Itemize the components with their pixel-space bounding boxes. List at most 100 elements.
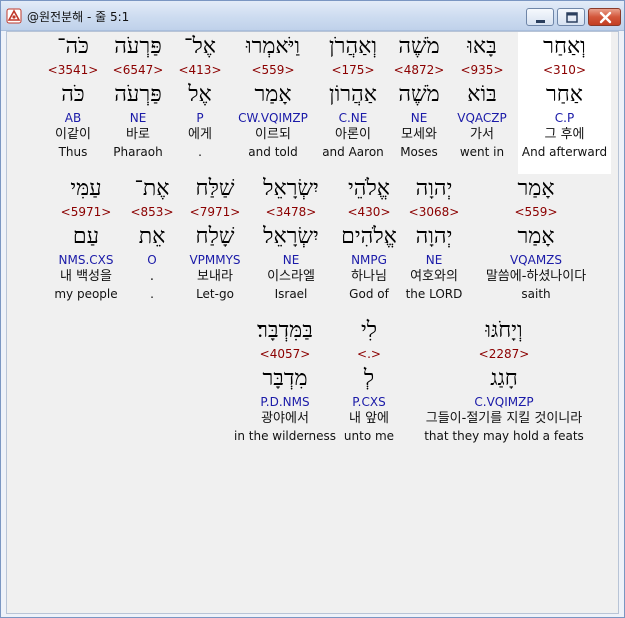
title-bar[interactable]: @원전분해 - 줄 5:1	[1, 1, 624, 31]
korean-gloss: 광야에서	[261, 411, 309, 426]
parsing-code: NE	[129, 111, 147, 125]
parsing-code: P.CXS	[352, 395, 386, 409]
hebrew-word: יְהוָה	[415, 176, 453, 201]
parsing-code: C.VQIMZP	[474, 395, 534, 409]
korean-gloss: 모세와	[401, 127, 437, 142]
strong-number: <3478>	[265, 205, 317, 219]
korean-gloss: 그 후에	[544, 127, 585, 142]
parsing-code: C.P	[554, 111, 575, 125]
word-cell[interactable]: אֱלֹהֵי <430> אֱלֹהִים NMPG 하나님 God of	[337, 174, 401, 316]
lemma-word: מִדְבָּר	[262, 366, 308, 391]
strong-number: <175>	[331, 63, 375, 77]
word-cell[interactable]: יְהוָה <3068> יְהוָה NE 여호와의 the LORD	[400, 174, 468, 316]
english-gloss: the LORD	[405, 287, 463, 301]
korean-gloss: 아론이	[335, 127, 371, 142]
word-cell[interactable]: מֹשֶׁה <4872> מֹשֶׁה NE 모세와 Moses	[387, 32, 451, 174]
hebrew-word: עַמִּי	[70, 176, 102, 201]
strong-number: <3541>	[47, 63, 99, 77]
english-gloss: .	[150, 287, 154, 301]
lemma-word: שָׁלַח	[195, 224, 235, 249]
korean-gloss: 내 백성을	[60, 269, 112, 284]
lemma-word: חָגַג	[490, 366, 518, 391]
lemma-word: יְהוָה	[415, 224, 453, 249]
strong-number: <3068>	[408, 205, 460, 219]
minimize-button[interactable]	[526, 8, 554, 26]
hebrew-word: אָמַר	[517, 176, 555, 201]
strong-number: <559>	[514, 205, 558, 219]
parsing-code: VQAMZS	[509, 253, 563, 267]
lemma-word: יִשְׂרָאֵל	[263, 224, 319, 249]
lemma-word: פַּרְעֹה	[114, 82, 162, 107]
lemma-word: בּוֹא	[467, 82, 497, 107]
lemma-word: אֱלֹהִים	[341, 224, 397, 249]
lemma-word: אֵת	[138, 224, 166, 249]
word-cell[interactable]: עַמִּי <5971> עַם NMS.CXS 내 백성을 my peopl…	[47, 174, 125, 316]
parsing-code: NE	[425, 253, 443, 267]
korean-gloss: 말씀에-하셨나이다	[485, 269, 587, 284]
lemma-word: אַחַר	[545, 82, 584, 107]
hebrew-word: מֹשֶׁה	[398, 34, 440, 59]
word-cell[interactable]: וְאַהֲרֹן <175> אַהֲרוֹן C.NE 아론이 and Aa…	[316, 32, 390, 174]
word-cell[interactable]: יִשְׂרָאֵל <3478> יִשְׂרָאֵל NE 이스라엘 Isr…	[252, 174, 330, 316]
word-cell[interactable]: פַּרְעֹה <6547> פַּרְעֹה NE 바로 Pharaoh	[105, 32, 171, 174]
parsing-code: NE	[410, 111, 428, 125]
korean-gloss: 바로	[126, 127, 150, 142]
english-gloss: Thus	[58, 145, 88, 159]
korean-gloss: 하나님	[351, 269, 387, 284]
hebrew-word: אֱלֹהֵי	[348, 176, 390, 201]
word-cell[interactable]: אֶת־ <853> אֵת O . .	[126, 174, 178, 316]
word-cell[interactable]: בַּמִּדְבָּר׃ <4057> מִדְבָּר P.D.NMS 광야…	[233, 316, 337, 458]
lemma-word: אַהֲרוֹן	[329, 82, 377, 107]
close-button[interactable]	[588, 8, 621, 26]
parsing-code: C.NE	[338, 111, 368, 125]
english-gloss: saith	[521, 287, 551, 301]
korean-gloss: 가서	[470, 127, 494, 142]
english-gloss: Moses	[400, 145, 438, 159]
english-gloss: .	[198, 145, 202, 159]
strong-number: <310>	[542, 63, 586, 77]
word-cell[interactable]: בָּאוּ <935> בּוֹא VQACZP 가서 went in	[449, 32, 515, 174]
parsing-code: NMPG	[351, 253, 387, 267]
word-cell[interactable]: שַׁלַּח <7971> שָׁלַח VPMMYS 보내라 Let-go	[182, 174, 248, 316]
hebrew-word: אֶל־	[184, 34, 216, 59]
hebrew-word: יִשְׂרָאֵל	[263, 176, 319, 201]
korean-gloss: 보내라	[197, 269, 233, 284]
strong-number: <4057>	[259, 347, 311, 361]
korean-gloss: 여호와의	[410, 269, 458, 284]
english-gloss: in the wilderness	[234, 429, 336, 443]
strong-number: <413>	[178, 63, 222, 77]
hebrew-word: וַיֹּאמְרוּ	[245, 34, 301, 59]
maximize-button[interactable]	[557, 8, 585, 26]
word-cell[interactable]: לִי <.> לְ P.CXS 내 앞에 unto me	[337, 316, 401, 458]
hebrew-word: לִי	[360, 318, 378, 343]
english-gloss: that they may hold a feats	[424, 429, 584, 443]
strong-number: <7971>	[189, 205, 241, 219]
strong-number: <559>	[251, 63, 295, 77]
close-icon	[599, 11, 612, 24]
word-cell[interactable]: כֹּה־ <3541> כֹּה AB 이같이 Thus	[44, 32, 102, 174]
english-gloss: Let-go	[196, 287, 234, 301]
strong-number: <853>	[130, 205, 174, 219]
parsing-code: P.D.NMS	[260, 395, 310, 409]
word-cell[interactable]: אֶל־ <413> אֶל P 에게 .	[174, 32, 226, 174]
word-cell[interactable]: אָמַר <559> אָמַר VQAMZS 말씀에-하셨나이다 saith	[467, 174, 605, 316]
korean-gloss: 이같이	[55, 127, 91, 142]
parsing-code: NE	[282, 253, 300, 267]
lemma-word: מֹשֶׁה	[398, 82, 440, 107]
parsing-code: P	[196, 111, 204, 125]
english-gloss: And afterward	[521, 145, 608, 159]
hebrew-word: כֹּה־	[57, 34, 89, 59]
hebrew-word: בַּמִּדְבָּר׃	[257, 318, 313, 343]
word-cell[interactable]: וְיָחֹגּוּ <2287> חָגַג C.VQIMZP 그들이-절기를…	[419, 316, 589, 458]
parsing-code: AB	[64, 111, 82, 125]
english-gloss: unto me	[343, 429, 395, 443]
word-cell[interactable]: וַיֹּאמְרוּ <559> אָמַר CW.VQIMZP 이르되 an…	[229, 32, 317, 174]
window-title: @원전분해 - 줄 5:1	[27, 10, 130, 24]
lemma-word: אֶל	[188, 82, 212, 107]
word-cell[interactable]: וְאַחַר <310> אַחַר C.P 그 후에 And afterwa…	[518, 32, 611, 174]
app-logo-icon	[6, 8, 22, 24]
lemma-word: אָמַר	[254, 82, 292, 107]
korean-gloss: .	[149, 269, 155, 284]
parsing-code: VPMMYS	[189, 253, 241, 267]
parsing-code: NMS.CXS	[58, 253, 114, 267]
